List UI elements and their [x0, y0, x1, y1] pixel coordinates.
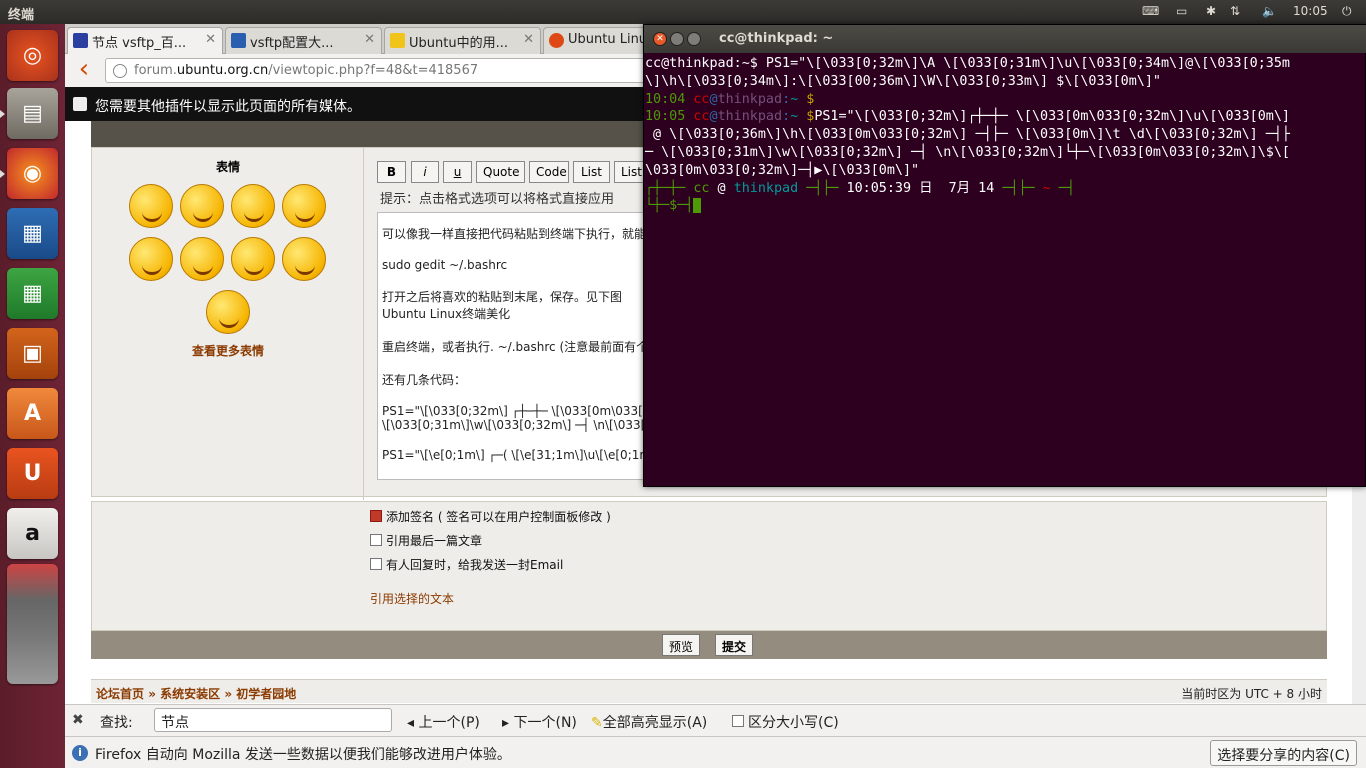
italic-button[interactable]: i	[411, 161, 439, 183]
dash-home-icon[interactable]: ◎	[7, 30, 58, 81]
launcher-overflow-icon[interactable]	[7, 564, 58, 684]
tab-1[interactable]: 节点 vsftp_百... ✕	[67, 27, 223, 54]
favicon-icon	[549, 33, 564, 48]
smilies-panel: 表情 查看更多表情	[92, 148, 364, 500]
maximize-window-icon[interactable]	[687, 32, 701, 46]
close-window-icon[interactable]: ✕	[653, 32, 667, 46]
tab-2[interactable]: vsftp配置大... ✕	[225, 27, 382, 54]
option-signature[interactable]: 添加签名 ( 签名可以在用户控制面板修改 )	[370, 508, 611, 525]
breadcrumb: 论坛首页 » 系统安装区 » 初学者园地 当前时区为 UTC + 8 小时	[91, 679, 1327, 703]
more-smilies-link[interactable]: 查看更多表情	[92, 342, 364, 359]
smiley-icon[interactable]	[129, 237, 173, 281]
find-bar: ✖ 查找: 节点 ◂ 上一个(P) ▸ 下一个(N) ✎全部高亮显示(A) 区分…	[65, 704, 1366, 736]
calc-icon[interactable]: ▦	[7, 268, 58, 319]
find-input[interactable]: 节点	[154, 708, 392, 732]
globe-icon	[113, 64, 127, 78]
url-bar[interactable]: forum.ubuntu.org.cn/viewtopic.php?f=48&t…	[105, 58, 665, 83]
option-quote-last[interactable]: 引用最后一篇文章	[370, 532, 482, 549]
impress-icon[interactable]: ▣	[7, 328, 58, 379]
bold-button[interactable]: B	[377, 161, 406, 183]
smiley-icon[interactable]	[129, 184, 173, 228]
top-panel: 终端 ⌨ ▭ ✱ ⇅ 🔈 10:05 ⏻	[0, 0, 1366, 24]
share-button[interactable]: 选择要分享的内容(C)	[1210, 740, 1357, 766]
submit-bar: 预览 提交	[91, 631, 1327, 659]
writer-icon[interactable]: ▦	[7, 208, 58, 259]
close-find-icon[interactable]: ✖	[72, 712, 84, 728]
smiley-icon[interactable]	[282, 184, 326, 228]
launcher: ◎ ▤ ◉ ▦ ▦ ▣ A U a	[0, 24, 65, 768]
smiley-icon[interactable]	[206, 290, 250, 334]
favicon-icon	[73, 33, 88, 48]
format-hint: 提示：点击格式选项可以将格式直接应用	[380, 192, 615, 207]
highlighter-icon: ✎	[591, 715, 603, 731]
submit-button[interactable]: 提交	[715, 634, 754, 656]
find-next-button[interactable]: ▸ 下一个(N)	[502, 712, 577, 732]
terminal-output: cc@thinkpad:~$ PS1="\[\033[0;32m\]\A \[\…	[645, 56, 1290, 214]
smiley-icon[interactable]	[282, 237, 326, 281]
clock[interactable]: 10:05	[1293, 4, 1328, 18]
checkbox-icon[interactable]	[370, 509, 382, 522]
telemetry-notice: i Firefox 自动向 Mozilla 发送一些数据以便我们能够改进用户体验…	[65, 736, 1366, 768]
underline-button[interactable]: u	[443, 161, 472, 183]
window-title: 终端	[8, 8, 35, 23]
close-tab-icon[interactable]: ✕	[205, 32, 216, 47]
option-email-notify[interactable]: 有人回复时，给我发送一封Email	[370, 556, 563, 573]
preview-button[interactable]: 预览	[662, 634, 701, 656]
checkbox-icon[interactable]	[732, 715, 744, 727]
smilies-title: 表情	[215, 160, 240, 174]
favicon-icon	[231, 33, 246, 48]
bluetooth-icon[interactable]: ✱	[1206, 4, 1216, 18]
file-manager-icon[interactable]: ▤	[7, 88, 58, 139]
smiley-icon[interactable]	[180, 237, 224, 281]
match-case-checkbox[interactable]: 区分大小写(C)	[732, 712, 839, 732]
terminal-title: cc@thinkpad: ~	[719, 31, 834, 46]
highlight-all-button[interactable]: ✎全部高亮显示(A)	[591, 712, 707, 732]
tab-3[interactable]: Ubuntu中的用... ✕	[384, 27, 541, 54]
prev-icon: ◂	[407, 715, 419, 731]
info-icon: i	[72, 745, 88, 761]
ubuntu-one-icon[interactable]: U	[7, 448, 58, 499]
terminal-titlebar: ✕ cc@thinkpad: ~	[644, 25, 1366, 53]
back-button[interactable]: ‹	[71, 56, 97, 84]
post-options: 添加签名 ( 签名可以在用户控制面板修改 ) 引用最后一篇文章 有人回复时，给我…	[91, 501, 1327, 631]
power-icon[interactable]: ⏻	[1342, 4, 1352, 19]
close-tab-icon[interactable]: ✕	[523, 32, 534, 47]
list-button[interactable]: List	[573, 161, 610, 183]
software-center-icon[interactable]: A	[7, 388, 58, 439]
checkbox-icon[interactable]	[370, 533, 382, 546]
breadcrumb-beginners[interactable]: 初学者园地	[236, 687, 296, 701]
next-icon: ▸	[502, 715, 514, 731]
battery-icon[interactable]: ▭	[1176, 4, 1187, 18]
find-label: 查找:	[100, 715, 133, 731]
terminal-window[interactable]: ✕ cc@thinkpad: ~ cc@thinkpad:~$ PS1="\[\…	[643, 24, 1366, 487]
smiley-icon[interactable]	[231, 237, 275, 281]
timezone-text: 当前时区为 UTC + 8 小时	[1181, 687, 1322, 701]
firefox-icon[interactable]: ◉	[7, 148, 58, 199]
checkbox-icon[interactable]	[370, 557, 382, 570]
favicon-icon	[390, 33, 405, 48]
amazon-icon[interactable]: a	[7, 508, 58, 559]
quote-button[interactable]: Quote	[476, 161, 525, 183]
smiley-icon[interactable]	[180, 184, 224, 228]
keyboard-icon[interactable]: ⌨	[1142, 4, 1159, 18]
smiley-icon[interactable]	[231, 184, 275, 228]
code-button[interactable]: Code	[529, 161, 569, 183]
minimize-window-icon[interactable]	[670, 32, 684, 46]
close-tab-icon[interactable]: ✕	[364, 32, 375, 47]
volume-icon[interactable]: 🔈	[1262, 4, 1277, 18]
find-prev-button[interactable]: ◂ 上一个(P)	[407, 712, 480, 732]
network-icon[interactable]: ⇅	[1230, 4, 1240, 18]
quote-selection-link[interactable]: 引用选择的文本	[370, 590, 454, 607]
plugin-icon	[73, 97, 87, 111]
breadcrumb-home[interactable]: 论坛首页	[96, 687, 144, 701]
breadcrumb-install[interactable]: 系统安装区	[160, 687, 220, 701]
